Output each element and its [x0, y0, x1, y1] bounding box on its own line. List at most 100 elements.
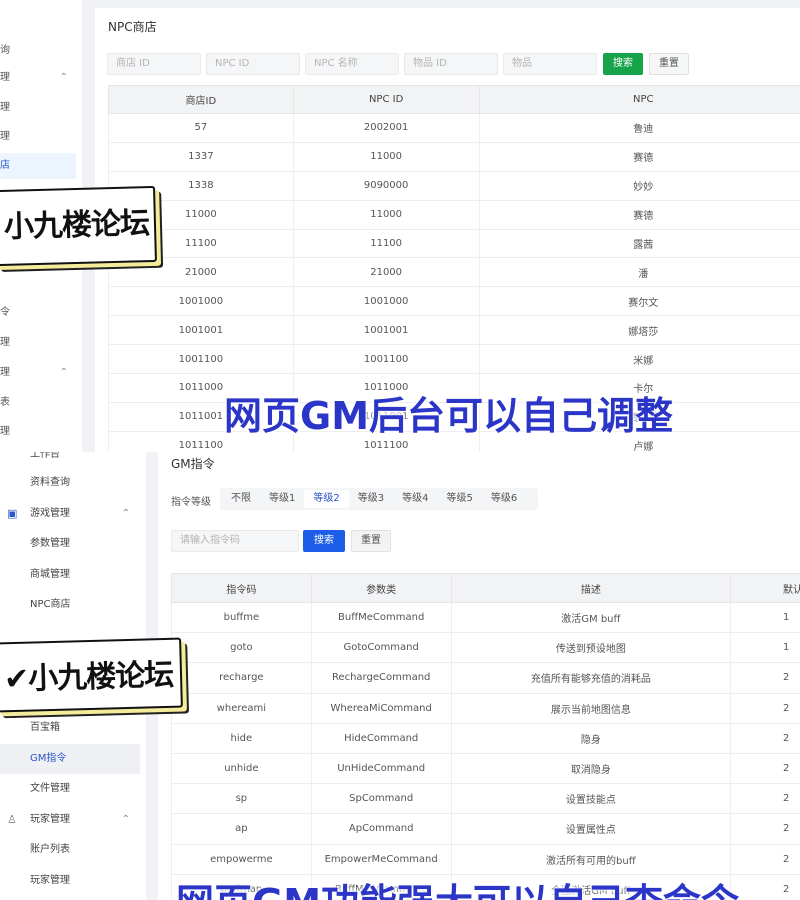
table-cell: ApCommand [310, 813, 452, 845]
table-cell: 潘 [478, 257, 800, 288]
gm-search-button[interactable]: 搜索 [303, 530, 345, 552]
column-header: NPC [478, 85, 800, 114]
table-cell: recharge [171, 662, 312, 694]
table-cell: 1337 [108, 141, 294, 172]
table-row[interactable]: ap ApCommand 设置属性点 2 [171, 813, 800, 845]
npc-search-button[interactable]: 搜索 [603, 53, 643, 75]
level-tab[interactable]: 不限 [222, 490, 260, 508]
table-cell: 2 [730, 813, 800, 845]
table-row[interactable]: goto GotoCommand 传送到预设地图 1 [171, 632, 800, 664]
sidebar-item[interactable]: 文件管理 [0, 774, 140, 804]
table-row[interactable]: empowerme EmpowerMeCommand 激活所有可用的buff 2 [171, 843, 800, 875]
sidebar-item[interactable]: 理 [0, 330, 76, 356]
sidebar-item[interactable]: 理 ⌃ [0, 65, 76, 91]
table-cell: 展示当前地图信息 [450, 692, 732, 724]
sidebar-item[interactable]: 账户列表 [0, 835, 140, 865]
table-row[interactable]: buffme BuffMeCommand 激活GM buff 1 [171, 601, 800, 634]
table-row[interactable]: 1001000 1001000 赛尔文 [108, 286, 800, 317]
sidebar-item[interactable]: 玩家管理 [0, 866, 140, 896]
table-row[interactable]: 11000 11000 赛德 [108, 199, 800, 230]
table-header-row: 商店ID NPC ID NPC [108, 85, 800, 114]
level-tab[interactable]: 等级4 [393, 490, 437, 508]
sidebar-item[interactable]: ♙ 玩家管理 ⌃ [0, 805, 140, 835]
table-row[interactable]: unhide UnHideCommand 取消隐身 2 [171, 752, 800, 785]
table-row[interactable]: 1001001 1001001 娜塔莎 [108, 315, 800, 346]
chevron-up-icon: ⌃ [59, 72, 68, 83]
table-row[interactable]: 1338 9090000 妙妙 [108, 170, 800, 201]
table-cell: HideCommand [310, 722, 452, 754]
chevron-up-icon: ⌃ [59, 367, 68, 378]
column-header: 默认 [730, 573, 800, 603]
level-filter-label: 指令等级 [171, 497, 211, 508]
table-row[interactable]: 21000 21000 潘 [108, 257, 800, 288]
sidebar-item[interactable]: 店 [0, 153, 76, 179]
table-cell: BuffMeCommand [310, 601, 452, 634]
level-tab[interactable]: 等级6 [482, 490, 526, 508]
table-cell: 激活GM buff [450, 601, 732, 634]
table-cell: 11100 [292, 228, 480, 259]
table-cell: 21000 [292, 257, 480, 288]
table-cell: hide [171, 722, 312, 754]
command-code-input[interactable]: 请输入指令码 [171, 530, 299, 552]
sidebar-item[interactable]: 资料查询 [0, 468, 140, 498]
gm-reset-button[interactable]: 重置 [351, 530, 391, 552]
sidebar-item[interactable]: 理 ⌃ [0, 360, 76, 386]
level-tab[interactable]: 等级2 [304, 490, 349, 508]
table-cell: buffme [171, 601, 312, 634]
sidebar-item[interactable]: 理 [0, 124, 76, 150]
table-row[interactable]: whereami WhereaMiCommand 展示当前地图信息 2 [171, 692, 800, 724]
level-tab[interactable]: 等级1 [260, 490, 304, 508]
table-cell: 2 [730, 843, 800, 875]
level-tab[interactable]: 等级3 [349, 490, 393, 508]
filter-input[interactable]: 物品 [503, 53, 597, 75]
filter-input[interactable]: 物品 ID [404, 53, 498, 75]
sidebar-item[interactable]: 理 [0, 95, 76, 121]
filter-input[interactable]: NPC ID [206, 53, 300, 75]
sidebar-item[interactable]: ▣ 游戏管理 ⌃ [0, 499, 140, 529]
forum-watermark-badge: 小九楼论坛 [0, 185, 157, 267]
sidebar-item[interactable]: 百宝箱 [0, 713, 140, 743]
table-cell: EmpowerMeCommand [310, 843, 452, 875]
sidebar-item[interactable]: 商城管理 [0, 560, 140, 590]
filter-input[interactable]: NPC 名称 [305, 53, 399, 75]
npc-reset-button[interactable]: 重置 [649, 53, 689, 75]
table-cell: 2 [730, 662, 800, 694]
table-cell: 9090000 [292, 170, 480, 201]
table-cell: 娜塔莎 [478, 315, 800, 346]
forum-watermark-badge: ✔小九楼论坛 [0, 637, 183, 713]
sidebar-item[interactable]: 询 [0, 38, 76, 64]
table-row[interactable]: sp SpCommand 设置技能点 2 [171, 783, 800, 815]
table-cell: 鲁迪 [478, 113, 800, 143]
table-cell: empowerme [171, 843, 312, 875]
table-cell: 1 [730, 632, 800, 664]
level-tab[interactable]: 等级5 [438, 490, 482, 508]
table-row[interactable]: recharge RechargeCommand 充值所有能够充值的消耗品 2 [171, 662, 800, 694]
sidebar-item[interactable]: 令 [0, 300, 76, 326]
table-cell: 2 [730, 722, 800, 754]
table-row[interactable]: 1337 11000 赛德 [108, 141, 800, 172]
table-cell: unhide [171, 752, 312, 785]
table-row[interactable]: 11100 11100 露茜 [108, 228, 800, 259]
npc-shop-title: NPC商店 [108, 20, 157, 34]
column-header: 描述 [450, 573, 732, 603]
sidebar-item[interactable]: 表 [0, 390, 76, 416]
column-header: NPC ID [292, 85, 480, 114]
table-row[interactable]: 1001100 1001100 米娜 [108, 344, 800, 375]
sidebar-item[interactable]: 理 [0, 419, 76, 445]
sidebar-item[interactable]: 参数管理 [0, 529, 140, 559]
sidebar-item[interactable]: NPC商店 [0, 590, 140, 620]
table-row[interactable]: 57 2002001 鲁迪 [108, 113, 800, 143]
table-cell: SpCommand [310, 783, 452, 815]
table-cell: whereami [171, 692, 312, 724]
table-cell: 赛德 [478, 199, 800, 230]
user-icon: ♙ [7, 813, 17, 826]
table-row[interactable]: hide HideCommand 隐身 2 [171, 722, 800, 754]
chevron-up-icon: ⌃ [121, 508, 130, 519]
table-cell: 取消隐身 [450, 752, 732, 785]
gm-command-table: 指令码 参数类 描述 默认 buffme BuffMeCommand 激活GM buff 1… [171, 573, 800, 900]
table-cell: UnHideCommand [310, 752, 452, 785]
table-cell: 赛尔文 [478, 286, 800, 317]
sidebar-item[interactable]: GM指令 [0, 744, 140, 774]
table-cell: 米娜 [478, 344, 800, 375]
filter-input[interactable]: 商店 ID [107, 53, 201, 75]
